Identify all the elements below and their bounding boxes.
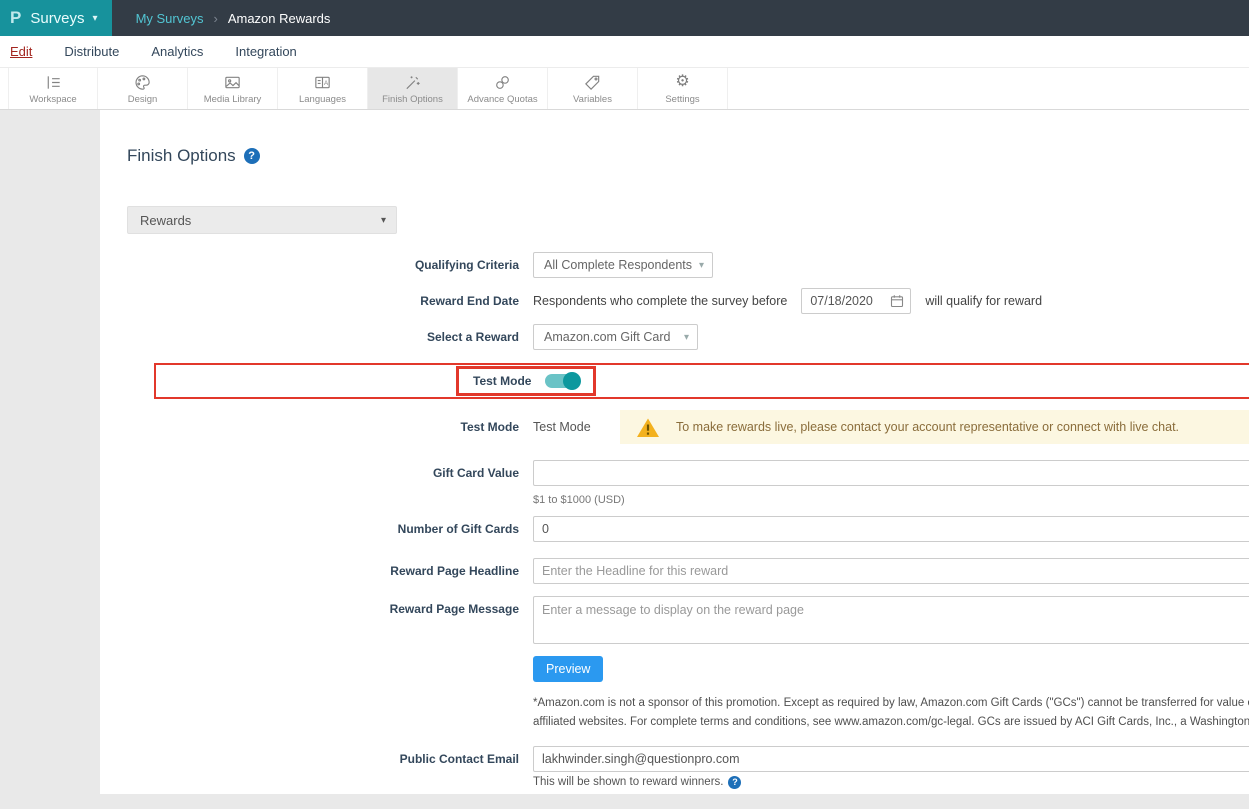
reward-end-date-label: Reward End Date: [127, 294, 533, 308]
toolbar-item-media-library[interactable]: Media Library: [188, 68, 278, 109]
toolbar-item-label: Workspace: [29, 94, 76, 105]
disclaimer-line-2: affiliated websites. For complete terms …: [533, 713, 1249, 732]
page-title: Finish Options: [127, 146, 236, 166]
test-mode-highlight-inner: Test Mode: [456, 366, 596, 396]
palette-icon: [133, 73, 152, 92]
surveys-menu-label: Surveys: [30, 10, 84, 27]
tag-icon: [583, 73, 602, 92]
page-background: Finish Options ? Rewards ▾ Qualifying Cr…: [0, 110, 1249, 809]
toolbar-item-finish-options[interactable]: Finish Options: [368, 68, 458, 109]
reward-page-headline-input[interactable]: [533, 558, 1249, 584]
test-mode-toggle-label: Test Mode: [473, 374, 531, 388]
public-contact-email-input[interactable]: [533, 746, 1249, 772]
qualifying-criteria-select[interactable]: All Complete Respondents ▾: [533, 252, 713, 278]
toolbar-item-languages[interactable]: A Languages: [278, 68, 368, 109]
toolbar-item-settings[interactable]: ⚙ Settings: [638, 68, 728, 109]
chevron-down-icon: ▾: [684, 332, 689, 343]
breadcrumb-separator-icon: ›: [213, 11, 217, 26]
gift-card-value-input[interactable]: [533, 460, 1249, 486]
tab-edit[interactable]: Edit: [10, 44, 32, 59]
finish-options-panel: Finish Options ? Rewards ▾ Qualifying Cr…: [100, 110, 1249, 794]
help-icon[interactable]: ?: [244, 148, 260, 164]
tab-distribute[interactable]: Distribute: [64, 44, 119, 59]
breadcrumb: My Surveys › Amazon Rewards: [136, 0, 331, 36]
reward-end-date-value: 07/18/2020: [810, 294, 873, 308]
workspace-icon: [44, 73, 63, 92]
toolbar-item-workspace[interactable]: Workspace: [8, 68, 98, 109]
toolbar-item-design[interactable]: Design: [98, 68, 188, 109]
image-icon: [223, 73, 242, 92]
gift-card-value-label: Gift Card Value: [127, 466, 533, 480]
toolbar-item-label: Settings: [665, 94, 699, 105]
qualifying-criteria-label: Qualifying Criteria: [127, 258, 533, 272]
magic-wand-icon: [403, 73, 422, 92]
test-mode-warning: To make rewards live, please contact you…: [620, 410, 1249, 444]
public-contact-email-label: Public Contact Email: [127, 752, 533, 766]
toggle-knob: [563, 372, 581, 390]
chevron-down-icon: ▾: [699, 260, 704, 271]
questionpro-logo: P: [10, 8, 21, 28]
toolbar-item-label: Advance Quotas: [467, 94, 537, 105]
gift-card-value-helper: $1 to $1000 (USD): [533, 494, 1249, 506]
reward-page-message-label: Reward Page Message: [127, 596, 533, 616]
select-reward-value: Amazon.com Gift Card: [544, 330, 670, 344]
toolbar-item-label: Media Library: [204, 94, 262, 105]
chevron-down-icon: ▾: [381, 215, 386, 226]
reward-page-message-textarea[interactable]: [533, 596, 1249, 644]
nav-tabs: Edit Distribute Analytics Integration: [0, 36, 1249, 68]
tab-integration[interactable]: Integration: [235, 44, 296, 59]
tab-analytics[interactable]: Analytics: [151, 44, 203, 59]
toolbar-item-label: Finish Options: [382, 94, 443, 105]
test-mode-toggle[interactable]: [545, 374, 579, 388]
number-of-gift-cards-input[interactable]: [533, 516, 1249, 542]
topbar: P Surveys ▾ My Surveys › Amazon Rewards: [0, 0, 1249, 36]
svg-text:A: A: [324, 79, 329, 86]
gear-icon: ⚙: [675, 73, 689, 92]
breadcrumb-current: Amazon Rewards: [228, 11, 331, 26]
rewards-section-select[interactable]: Rewards ▾: [127, 206, 397, 234]
qualifying-criteria-value: All Complete Respondents: [544, 258, 692, 272]
public-contact-email-helper-text: This will be shown to reward winners.: [533, 776, 723, 788]
reward-end-date-suffix: will qualify for reward: [925, 294, 1042, 308]
chevron-down-icon: ▾: [93, 13, 98, 24]
links-icon: [493, 73, 512, 92]
reward-end-date-prefix: Respondents who complete the survey befo…: [533, 294, 787, 308]
select-reward-label: Select a Reward: [127, 330, 533, 344]
rewards-select-value: Rewards: [140, 213, 191, 228]
public-contact-email-helper: This will be shown to reward winners. ?: [533, 776, 1249, 789]
warning-triangle-icon: [636, 417, 660, 438]
number-of-gift-cards-label: Number of Gift Cards: [127, 522, 533, 536]
calendar-icon[interactable]: [890, 294, 904, 308]
test-mode-highlight-outer: [154, 363, 1249, 399]
toolbar-item-label: Variables: [573, 94, 612, 105]
surveys-menu[interactable]: P Surveys ▾: [0, 0, 112, 36]
select-reward-select[interactable]: Amazon.com Gift Card ▾: [533, 324, 698, 350]
amazon-disclaimer: *Amazon.com is not a sponsor of this pro…: [533, 694, 1249, 732]
reward-page-headline-label: Reward Page Headline: [127, 564, 533, 578]
toolbar-item-label: Languages: [299, 94, 346, 105]
toolbar-item-label: Design: [128, 94, 158, 105]
test-mode-status-value: Test Mode: [533, 420, 620, 434]
toolbar-item-variables[interactable]: Variables: [548, 68, 638, 109]
disclaimer-line-1: *Amazon.com is not a sponsor of this pro…: [533, 694, 1249, 713]
test-mode-status-label: Test Mode: [127, 420, 533, 434]
warning-text: To make rewards live, please contact you…: [676, 420, 1179, 434]
toolbar-item-advance-quotas[interactable]: Advance Quotas: [458, 68, 548, 109]
preview-button[interactable]: Preview: [533, 656, 603, 682]
breadcrumb-my-surveys[interactable]: My Surveys: [136, 11, 204, 26]
edit-toolbar: Workspace Design Media Library A Languag…: [0, 68, 1249, 110]
help-icon[interactable]: ?: [728, 776, 741, 789]
languages-icon: A: [313, 73, 332, 92]
reward-end-date-input[interactable]: 07/18/2020: [801, 288, 911, 314]
